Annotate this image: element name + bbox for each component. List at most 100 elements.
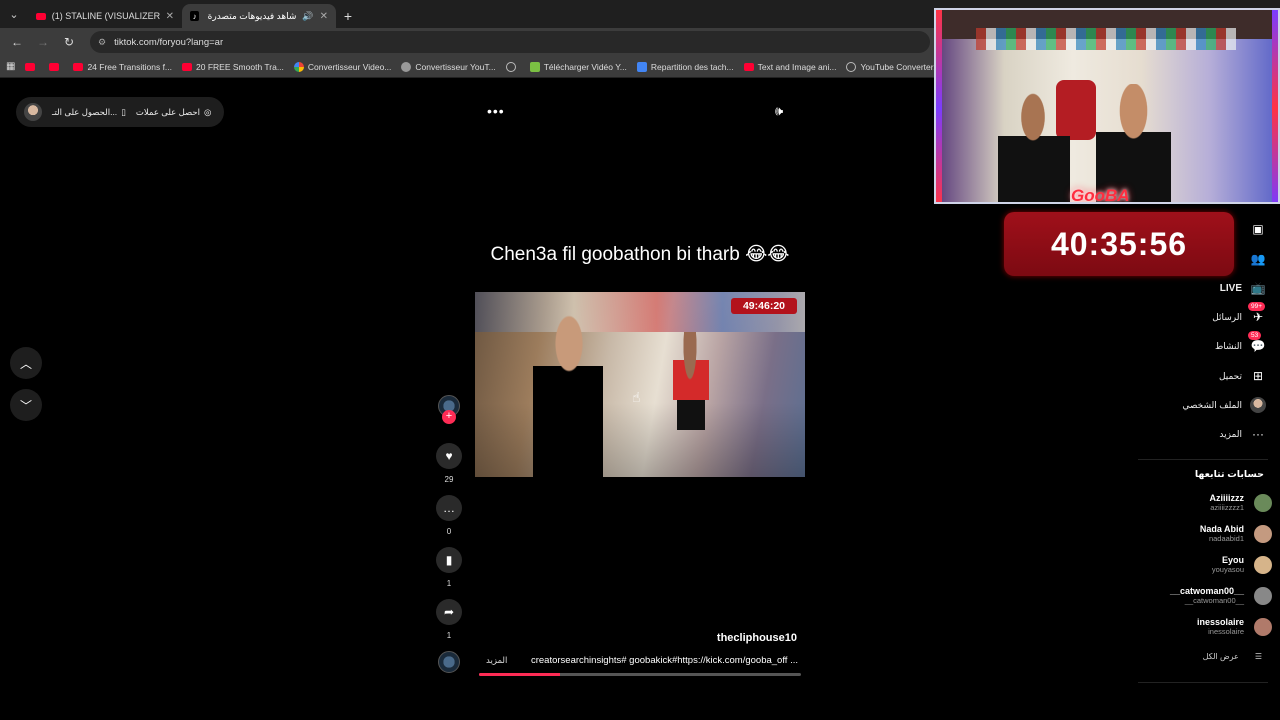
phone-icon: ▯: [121, 106, 126, 117]
reload-icon[interactable]: ↻: [58, 31, 80, 53]
chevron-down-icon: ﹀: [19, 398, 32, 413]
video-progress-fill: [479, 673, 560, 676]
close-icon[interactable]: ✕: [166, 11, 174, 22]
profile-card-icon: ▣: [1252, 222, 1264, 236]
google-icon: [293, 61, 304, 72]
video-player[interactable]: 49:46:20: [475, 292, 805, 477]
hand-cursor-icon: ☝: [632, 389, 641, 405]
bookmark-item[interactable]: YouTube Converter...: [846, 61, 940, 72]
previous-video-button[interactable]: ︿: [10, 347, 42, 379]
avatar[interactable]: [24, 103, 42, 121]
get-app-button[interactable]: الحصول على التـ... ▯: [52, 107, 126, 118]
new-tab-button[interactable]: +: [336, 4, 360, 28]
follow-plus-icon[interactable]: +: [442, 410, 456, 424]
comment-icon: …: [436, 495, 462, 521]
sidebar-item-live[interactable]: LIVE 📺: [1220, 278, 1266, 298]
send-icon: ✈ 99+: [1248, 302, 1266, 325]
webcam-glow: [1272, 10, 1278, 202]
bookmark-item[interactable]: Repartition des tach...: [636, 61, 734, 72]
sidebar-item-partial[interactable]: ▣: [1250, 219, 1266, 239]
sidebar-item-activity[interactable]: النشاط 💬 53: [1215, 331, 1266, 356]
creator-avatar-button[interactable]: +: [436, 395, 462, 424]
stream-countdown-timer: 40:35:56: [1004, 212, 1234, 276]
sidebar-divider: [1138, 459, 1268, 460]
following-account[interactable]: Nada Abid nadaabid1: [1200, 524, 1272, 543]
sidebar-item-messages[interactable]: الرسائل ✈ 99+: [1212, 302, 1266, 327]
youtube-icon: [73, 62, 84, 71]
volume-icon[interactable]: 🕪: [775, 103, 783, 119]
sidebar-item-friends[interactable]: 👥: [1250, 249, 1266, 269]
avatar: [1254, 493, 1272, 512]
bookmark-item[interactable]: [25, 62, 39, 71]
upload-plus-icon: ⊞: [1252, 369, 1264, 383]
see-all-link[interactable]: عرض الكل ☰: [1203, 652, 1262, 661]
video-caption: المزيد creatorsearchinsights# goobakick#…: [486, 655, 798, 666]
tab-search-chevron-icon[interactable]: ⌄: [0, 0, 28, 28]
url-input[interactable]: ⚙ tiktok.com/foryou?lang=ar: [90, 31, 930, 53]
caption-more-link[interactable]: المزيد: [486, 655, 507, 666]
youtube-icon: [743, 62, 754, 71]
messages-badge: 99+: [1248, 302, 1266, 311]
friends-icon: 👥: [1250, 252, 1266, 266]
like-count: 29: [444, 475, 454, 484]
converter-icon: [401, 61, 412, 72]
site-info-icon[interactable]: ⚙: [98, 37, 106, 48]
tab-youtube[interactable]: (1) STALINE (VISUALIZER) #SAL ✕: [28, 4, 182, 28]
avatar: [1254, 555, 1272, 574]
webcam-overlay: GooBA: [934, 8, 1280, 204]
following-account[interactable]: Aziiiizzz aziiiizzzz1: [1209, 493, 1272, 512]
save-button[interactable]: ▮ 1: [436, 547, 462, 588]
youtube-icon: [182, 62, 193, 71]
bookmark-item[interactable]: Text and Image ani...: [743, 62, 836, 72]
following-account[interactable]: inessolaire inessolaire: [1197, 617, 1272, 636]
url-text: tiktok.com/foryou?lang=ar: [114, 36, 224, 48]
sidebar-item-more[interactable]: المزيد ···: [1219, 424, 1266, 444]
sidebar-item-profile[interactable]: الملف الشخصي: [1182, 395, 1266, 415]
bookmark-item[interactable]: Convertisseur Video...: [293, 61, 391, 72]
video-username[interactable]: thecliphouse10: [600, 632, 797, 644]
stream-logo: GooBA: [1071, 186, 1130, 204]
tiktok-icon: ♪: [190, 11, 200, 21]
heart-icon: ♥: [436, 443, 462, 469]
tab-tiktok[interactable]: ♪ شاهد فيديوهات متصدرة (+99) 🔊 ✕: [182, 4, 336, 28]
back-icon[interactable]: ←: [6, 31, 28, 53]
like-button[interactable]: ♥ 29: [436, 443, 462, 484]
forward-icon[interactable]: →: [32, 31, 54, 53]
apps-icon[interactable]: ▦: [6, 61, 15, 72]
sound-disc-button[interactable]: [436, 651, 462, 673]
save-count: 1: [446, 579, 452, 588]
activity-icon: 💬 53: [1248, 331, 1266, 354]
profile-avatar-icon: [1250, 397, 1266, 413]
share-icon: ➦: [436, 599, 462, 625]
comment-button[interactable]: … 0: [436, 495, 462, 536]
activity-badge: 53: [1248, 331, 1262, 340]
sidebar-item-upload[interactable]: تحميل ⊞: [1219, 366, 1266, 386]
docs-icon: [636, 61, 647, 72]
speaker-icon[interactable]: 🔊: [302, 11, 313, 22]
tab-label: شاهد فيديوهات متصدرة (+99): [205, 10, 297, 21]
caption-text: creatorsearchinsights# goobakick#https:/…: [530, 655, 798, 666]
bookmark-icon: ▮: [436, 547, 462, 573]
sidebar-divider: [1138, 682, 1268, 683]
download-icon: [529, 61, 540, 72]
video-overlay-timer: 49:46:20: [730, 298, 797, 314]
bookmark-item[interactable]: [49, 62, 63, 71]
bookmark-item[interactable]: 24 Free Transitions f...: [73, 62, 172, 72]
music-disc-icon: [438, 651, 460, 673]
chevron-up-icon: ︿: [19, 356, 32, 371]
video-progress-bar[interactable]: [479, 673, 801, 676]
get-coins-button[interactable]: احصل على عملات ◎: [136, 107, 212, 118]
live-tv-icon: 📺: [1250, 281, 1266, 295]
avatar: [1254, 586, 1272, 605]
more-options-icon[interactable]: •••: [487, 103, 505, 119]
share-button[interactable]: ➦ 1: [436, 599, 462, 640]
following-account[interactable]: Eyou youyasou: [1212, 555, 1272, 574]
bookmark-item[interactable]: [505, 61, 520, 72]
close-icon[interactable]: ✕: [320, 11, 328, 22]
bookmark-item[interactable]: Convertisseur YouT...: [401, 61, 496, 72]
coin-icon: ◎: [204, 106, 212, 117]
next-video-button[interactable]: ﹀: [10, 389, 42, 421]
bookmark-item[interactable]: Télécharger Vidéo Y...: [529, 61, 627, 72]
following-account[interactable]: __catwoman00__ __catwoman00__: [1170, 586, 1272, 605]
bookmark-item[interactable]: 20 FREE Smooth Tra...: [182, 62, 284, 72]
